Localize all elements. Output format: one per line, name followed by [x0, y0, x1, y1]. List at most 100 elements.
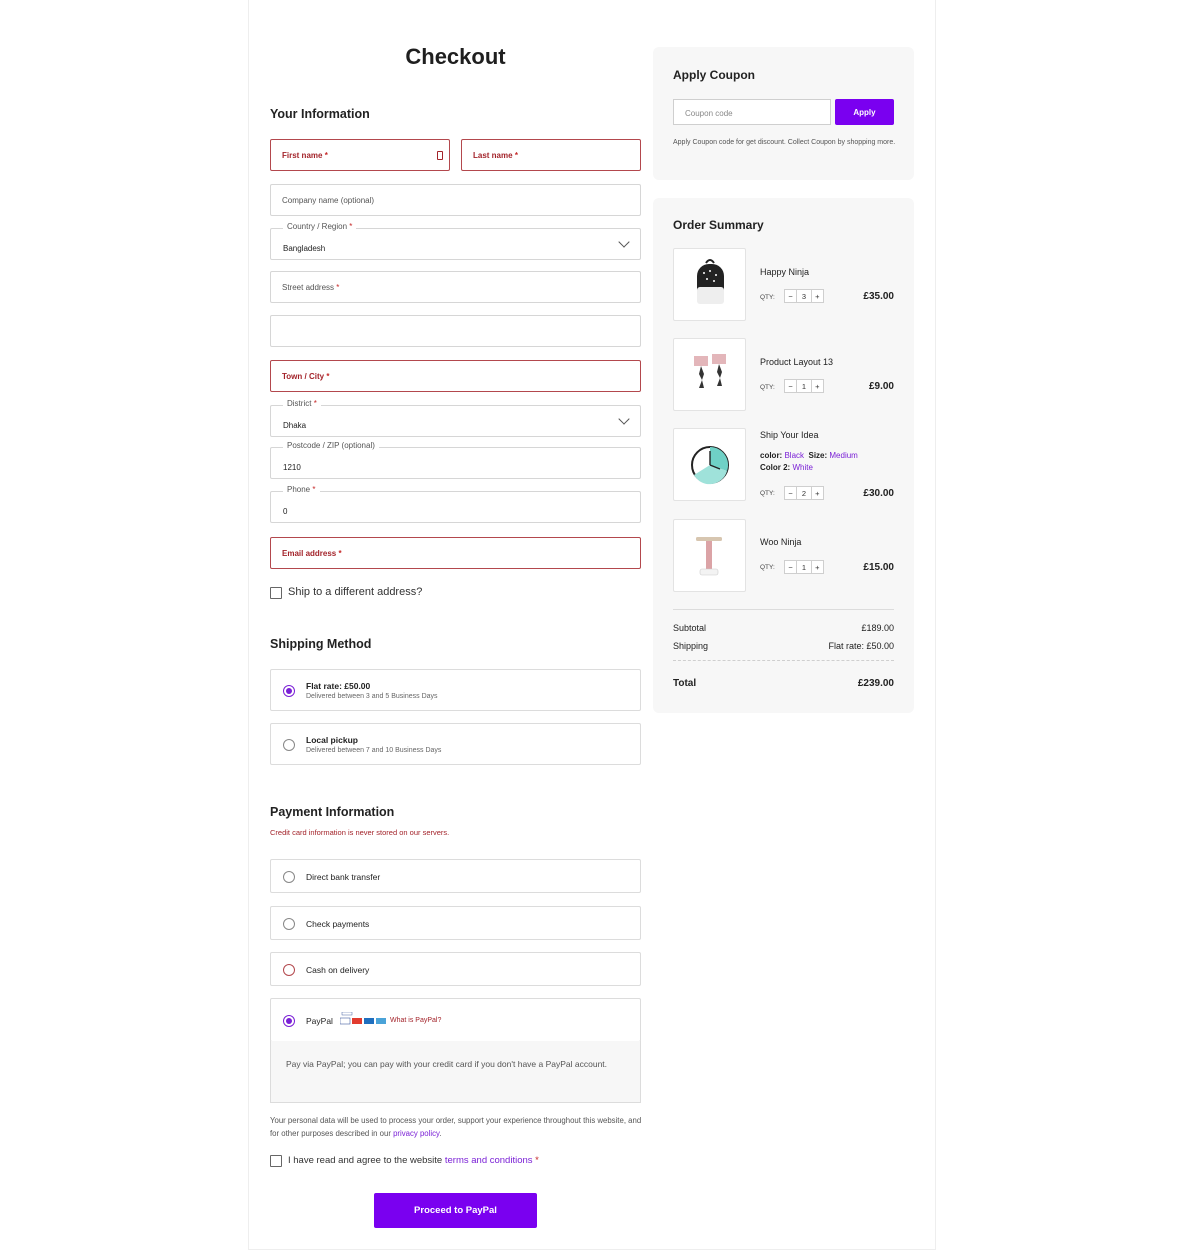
chevron-down-icon — [618, 236, 630, 248]
paypal-radio[interactable] — [283, 1015, 295, 1027]
cash-on-delivery-radio[interactable] — [283, 964, 295, 976]
company-placeholder: Company name (optional) — [282, 196, 375, 205]
decrease-button[interactable]: − — [785, 380, 796, 392]
backpack-icon — [697, 259, 724, 304]
product-name: Happy Ninja — [760, 267, 810, 277]
coupon-note: Apply Coupon code for get discount. Coll… — [673, 139, 896, 146]
qty-label: QTY: — [760, 294, 775, 301]
district-select[interactable]: District * Dhaka — [270, 399, 641, 437]
street-address-field[interactable]: Street address * — [270, 271, 641, 303]
shipping-label: Shipping — [673, 641, 709, 651]
total-divider — [673, 660, 894, 661]
page-title: Checkout — [405, 44, 506, 69]
decrease-button[interactable]: − — [785, 561, 796, 573]
increase-button[interactable]: + — [812, 380, 823, 392]
district-label: District * — [283, 399, 321, 408]
product-image-backpack[interactable] — [673, 248, 746, 321]
product-price: £9.00 — [868, 381, 894, 392]
subtotal-label: Subtotal — [673, 623, 707, 633]
product-name: Product Layout 13 — [760, 357, 834, 367]
check-payments-radio[interactable] — [283, 918, 295, 930]
shipping-method-heading: Shipping Method — [270, 637, 372, 651]
shipping-option-flat-rate[interactable]: Flat rate: £50.00 Delivered between 3 an… — [270, 669, 641, 711]
lamp-icon — [694, 354, 726, 388]
last-name-field[interactable]: Last name * — [461, 139, 641, 171]
order-summary-heading: Order Summary — [673, 218, 764, 232]
decrease-button[interactable]: − — [785, 487, 796, 499]
street-address-placeholder: Street address * — [282, 283, 340, 292]
product-price: £30.00 — [863, 488, 894, 499]
shipping-option-local-pickup[interactable]: Local pickup Delivered between 7 and 10 … — [270, 723, 641, 765]
product-name: Ship Your Idea — [760, 430, 819, 440]
flat-rate-title: Flat rate: £50.00 — [306, 681, 371, 691]
order-summary-panel: Order Summary Happy Ninja QTY: −3 + £35.0… — [653, 198, 914, 713]
check-payments-label: Check payments — [306, 919, 370, 929]
first-name-placeholder: First name * — [282, 151, 328, 160]
local-pickup-title: Local pickup — [306, 735, 358, 745]
total-label: Total — [673, 678, 697, 689]
payment-cards-icon — [340, 1012, 386, 1025]
decrease-button[interactable]: − — [785, 290, 796, 302]
company-field[interactable]: Company name (optional) — [270, 184, 641, 216]
quantity-value[interactable]: 3 — [796, 290, 812, 302]
privacy-notice: Your personal data will be used to proce… — [270, 1116, 642, 1138]
quantity-value[interactable]: 1 — [796, 561, 812, 573]
payment-option-cod[interactable]: Cash on delivery — [270, 952, 641, 986]
product-image-clock[interactable] — [673, 428, 746, 501]
district-value: Dhaka — [283, 421, 307, 430]
product-image-stool[interactable] — [673, 519, 746, 592]
increase-button[interactable]: + — [812, 487, 823, 499]
quantity-stepper[interactable]: −2 + — [784, 486, 824, 500]
town-city-placeholder: Town / City * — [282, 372, 330, 381]
local-pickup-radio[interactable] — [283, 739, 295, 751]
quantity-value[interactable]: 2 — [796, 487, 812, 499]
quantity-stepper[interactable]: −3 + — [784, 289, 824, 303]
bank-transfer-radio[interactable] — [283, 871, 295, 883]
your-information-heading: Your Information — [270, 107, 370, 121]
country-label: Country / Region * — [283, 222, 357, 231]
autofill-icon — [437, 151, 443, 160]
payment-option-bank-transfer[interactable]: Direct bank transfer — [270, 859, 641, 893]
product-name: Woo Ninja — [760, 537, 802, 547]
bank-transfer-label: Direct bank transfer — [306, 872, 381, 882]
product-image-lamps[interactable] — [673, 338, 746, 411]
coupon-heading: Apply Coupon — [673, 68, 755, 82]
terms-link[interactable]: terms and conditions — [445, 1155, 533, 1166]
email-field[interactable]: Email address * — [270, 537, 641, 569]
flat-rate-radio[interactable] — [283, 685, 295, 697]
what-is-paypal-link[interactable]: What is PayPal? — [390, 1017, 441, 1024]
country-value: Bangladesh — [283, 244, 326, 253]
product-attributes-2: Color 2: White — [760, 463, 813, 472]
email-placeholder: Email address * — [282, 549, 342, 558]
proceed-to-paypal-button[interactable]: Proceed to PayPal — [374, 1193, 537, 1228]
quantity-stepper[interactable]: −1 + — [784, 560, 824, 574]
coupon-input[interactable]: Coupon code — [673, 99, 831, 125]
local-pickup-subtitle: Delivered between 7 and 10 Business Days — [306, 747, 442, 754]
payment-option-check[interactable]: Check payments — [270, 906, 641, 940]
total-value: £239.00 — [857, 678, 894, 689]
quantity-value[interactable]: 1 — [796, 380, 812, 392]
clock-icon — [691, 446, 729, 485]
payment-security-note: Credit card information is never stored … — [270, 828, 450, 837]
increase-button[interactable]: + — [812, 290, 823, 302]
paypal-label: PayPal — [306, 1016, 333, 1026]
first-name-field[interactable]: First name * — [270, 139, 450, 171]
payment-information-heading: Payment Information — [270, 805, 395, 819]
payment-option-paypal[interactable]: PayPal What is PayPal? — [270, 998, 641, 1042]
apply-coupon-button[interactable]: Apply — [835, 99, 894, 125]
cash-on-delivery-label: Cash on delivery — [306, 965, 370, 975]
summary-divider — [673, 609, 894, 610]
qty-label: QTY: — [760, 384, 775, 391]
ship-different-checkbox[interactable] — [270, 587, 282, 599]
privacy-policy-link[interactable]: privacy policy — [393, 1129, 439, 1138]
street-address-2-field[interactable] — [270, 315, 641, 347]
quantity-stepper[interactable]: −1 + — [784, 379, 824, 393]
terms-checkbox[interactable] — [270, 1155, 282, 1167]
postcode-value: 1210 — [283, 463, 301, 472]
phone-field[interactable]: Phone * 0 — [270, 485, 641, 523]
postcode-field[interactable]: Postcode / ZIP (optional) 1210 — [270, 441, 641, 479]
increase-button[interactable]: + — [812, 561, 823, 573]
ship-different-label: Ship to a different address? — [288, 586, 423, 598]
town-city-field[interactable]: Town / City * — [270, 360, 641, 392]
country-select[interactable]: Country / Region * Bangladesh — [270, 222, 641, 260]
